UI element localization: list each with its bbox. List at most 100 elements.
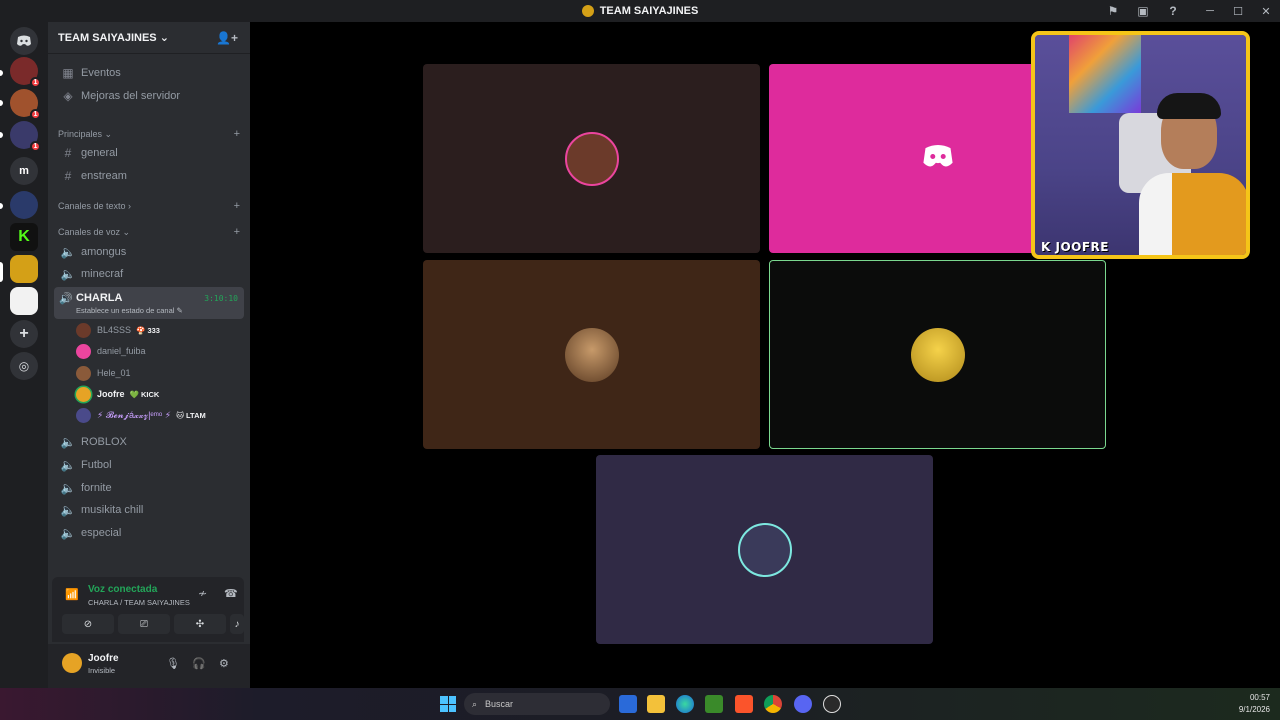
server-icon-kick[interactable]: K <box>10 223 38 251</box>
voice-location[interactable]: CHARLA / TEAM SAIYAJINES <box>88 598 190 607</box>
boosts-item[interactable]: ◈ Mejoras del servidor <box>56 85 244 107</box>
screen-share-button[interactable]: ⎚ <box>118 614 170 634</box>
server-header[interactable]: TEAM SAIYAJINES ⌄ 👤+ <box>48 22 250 54</box>
notification-badge: 1 <box>30 77 41 88</box>
server-icon-2[interactable]: 1 <box>10 89 41 120</box>
voice-channel-especial[interactable]: 🔈 especial <box>56 522 244 544</box>
voice-channel-charla-active[interactable]: 🔊 CHARLA Establece un estado de canal ✎ … <box>54 287 244 319</box>
speaker-icon: 🔈 <box>60 267 76 281</box>
voice-channel-fornite[interactable]: 🔈 fornite <box>56 477 244 499</box>
clock-date: 9/1/2026 <box>1238 705 1270 714</box>
voice-member[interactable]: daniel_fuiba <box>76 341 242 361</box>
add-server-icon[interactable]: + <box>10 320 38 348</box>
status-hint-text: Establece un estado de canal <box>76 306 175 315</box>
speaker-icon: 🔈 <box>60 245 76 259</box>
category-principales[interactable]: Principales ⌄ + <box>58 127 240 141</box>
voice-member[interactable]: ⚡ 𝓑𝓮𝓷𝓳á𝔁𝔁𝔃|ᵉᵐᵒ ⚡ 🐱 LTAM <box>76 405 242 425</box>
taskbar-search[interactable]: ⌕ Buscar <box>464 693 610 715</box>
system-clock[interactable]: 00:57 9/1/2026 <box>1239 692 1270 716</box>
server-icon-1[interactable]: 1 <box>10 57 41 88</box>
chrome-browser-icon[interactable] <box>764 695 782 713</box>
server-icon-8[interactable] <box>10 287 38 315</box>
inbox-flag-icon[interactable]: ⚑ <box>1098 4 1128 18</box>
close-button[interactable]: ✕ <box>1252 5 1280 18</box>
voice-channel-amongus[interactable]: 🔈 amongus <box>56 241 244 263</box>
minecraft-icon[interactable] <box>705 695 723 713</box>
server-icon-m[interactable]: m <box>10 157 38 185</box>
microphone-icon[interactable]: 🎙 <box>166 657 180 670</box>
noise-suppression-icon[interactable]: ≁ <box>198 587 207 600</box>
participant-tile[interactable] <box>596 455 933 644</box>
add-channel-icon[interactable]: + <box>234 128 240 140</box>
voice-channel-roblox[interactable]: 🔈 ROBLOX <box>56 431 244 453</box>
headphones-icon[interactable]: 🎧 <box>192 657 206 670</box>
channel-label: minecraf <box>81 268 124 280</box>
channel-enstream[interactable]: # enstream <box>56 165 244 187</box>
voice-member[interactable]: BL4SSS 🍄 333 <box>76 320 242 340</box>
member-name: ⚡ 𝓑𝓮𝓷𝓳á𝔁𝔁𝔃|ᵉᵐᵒ ⚡ <box>97 409 172 420</box>
member-tag-text: KICK <box>140 389 160 399</box>
window-title-text: TEAM SAIYAJINES <box>599 5 699 17</box>
webcam-overlay: K JOOFRE <box>1031 31 1250 259</box>
avatar[interactable] <box>62 653 82 673</box>
activities-button[interactable]: ✣ <box>174 614 226 634</box>
member-tag-text: 333 <box>147 325 160 335</box>
notification-badge: 1 <box>30 141 41 152</box>
participant-tile[interactable] <box>423 260 760 449</box>
participant-avatar <box>737 522 792 577</box>
gear-icon[interactable]: ⚙ <box>219 657 229 670</box>
add-channel-icon[interactable]: + <box>234 226 240 238</box>
participant-tile-speaking[interactable] <box>769 260 1106 449</box>
maximize-button[interactable]: ☐ <box>1224 5 1252 18</box>
edge-browser-icon[interactable] <box>676 695 694 713</box>
participant-tile[interactable] <box>423 64 760 253</box>
obs-app-icon[interactable] <box>823 695 841 713</box>
avatar <box>76 322 91 338</box>
channel-general[interactable]: # general <box>56 142 244 164</box>
voice-status[interactable]: Voz conectada <box>88 584 157 595</box>
file-explorer-icon[interactable] <box>647 695 665 713</box>
channel-label: ROBLOX <box>81 436 127 448</box>
category-label: Canales de voz <box>58 226 121 237</box>
server-icon-saiyajines[interactable] <box>10 255 38 283</box>
camera-off-icon: ⊘ <box>83 618 93 630</box>
minimize-button[interactable]: ─ <box>1196 5 1224 17</box>
disconnect-icon[interactable]: ☎ <box>224 587 238 600</box>
events-item[interactable]: ▦ Eventos <box>56 62 244 84</box>
server-icon-3[interactable]: 1 <box>10 121 41 152</box>
soundboard-button[interactable]: ♪ <box>230 614 244 634</box>
explore-compass-icon[interactable]: ◎ <box>10 352 38 380</box>
voice-member-self[interactable]: Joofre 💚 KICK <box>76 384 242 404</box>
channel-status-hint[interactable]: Establece un estado de canal ✎ <box>76 306 183 315</box>
inbox-icon[interactable]: ▣ <box>1128 4 1158 18</box>
boosts-label: Mejoras del servidor <box>81 90 181 102</box>
channel-label: amongus <box>81 246 127 258</box>
member-name: BL4SSS <box>97 325 132 335</box>
voice-channel-minecraf[interactable]: 🔈 minecraf <box>56 263 244 285</box>
category-label: Canales de texto <box>58 201 126 211</box>
windows-taskbar: ⌕ Buscar 00:57 9/1/2026 <box>0 688 1280 720</box>
speaker-icon: 🔈 <box>60 481 76 495</box>
voice-channel-musikita[interactable]: 🔈 musikita chill <box>56 499 244 521</box>
category-voz[interactable]: Canales de voz ⌄ + <box>58 225 240 239</box>
voice-member[interactable]: Hele_01 <box>76 363 242 383</box>
username[interactable]: Joofre <box>88 653 119 664</box>
home-discord-icon[interactable] <box>10 27 38 55</box>
help-icon[interactable]: ? <box>1158 4 1188 18</box>
voice-channel-futbol[interactable]: 🔈 Futbol <box>56 454 244 476</box>
server-name: TEAM SAIYAJINES <box>58 32 157 44</box>
pencil-icon: ✎ <box>176 306 183 315</box>
discord-app-icon[interactable] <box>794 695 812 713</box>
terminal-app-icon[interactable] <box>619 695 637 713</box>
category-texto[interactable]: Canales de texto › + <box>58 199 240 213</box>
invite-people-icon[interactable]: 👤+ <box>216 31 238 45</box>
server-letter: K <box>18 228 30 245</box>
windows-start-icon[interactable] <box>440 696 456 712</box>
signal-icon[interactable]: 📶 <box>65 588 79 601</box>
camera-off-button[interactable]: ⊘ <box>62 614 114 634</box>
title-bar: TEAM SAIYAJINES ⚑ ▣ ? ─ ☐ ✕ <box>0 0 1280 22</box>
participant-avatar <box>564 131 619 186</box>
server-icon-5[interactable] <box>10 191 38 219</box>
brave-browser-icon[interactable] <box>735 695 753 713</box>
add-channel-icon[interactable]: + <box>234 200 240 212</box>
